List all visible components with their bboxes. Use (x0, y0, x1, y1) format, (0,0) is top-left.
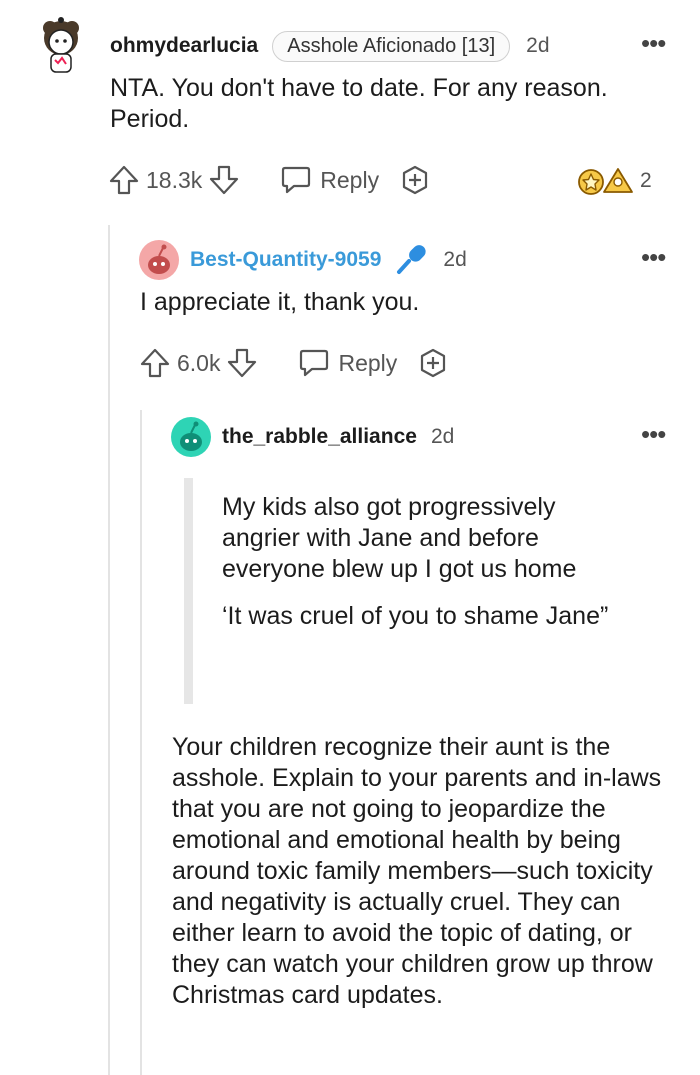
comment-2-more-options-button[interactable]: ••• (641, 244, 666, 270)
comment-2-avatar[interactable] (139, 240, 179, 280)
comment-1-score: 18.3k (146, 166, 203, 193)
add-award-button[interactable] (417, 347, 449, 379)
comment-1-body: NTA. You don't have to date. For any rea… (110, 74, 608, 133)
comment-3-avatar[interactable] (171, 417, 211, 457)
add-award-icon (402, 165, 428, 195)
helpful-award-icon (603, 168, 633, 193)
comment-1-meta: ohmydearlucia Asshole Aficionado [13] 2d (110, 30, 680, 62)
snoo-avatar-icon (43, 17, 79, 73)
upvote-arrow-icon[interactable] (139, 347, 171, 379)
comment-3-timestamp: 2d (430, 425, 455, 448)
user-flair-badge: Asshole Aficionado [13] (272, 30, 511, 62)
comment-1-actions: 18.3k Reply (108, 162, 431, 198)
awards-display[interactable]: 2 (576, 164, 652, 198)
blockquote: My kids also got progressively angrier w… (222, 492, 632, 648)
comment-1-more-options-button[interactable]: ••• (641, 30, 666, 56)
thread-line-level-1[interactable] (108, 225, 110, 1075)
thread-line-level-2[interactable] (140, 410, 142, 1075)
blockquote-bar (184, 478, 193, 704)
comment-1-timestamp: 2d (526, 34, 550, 57)
comment-2-username-op[interactable]: Best-Quantity-9059 (190, 248, 381, 272)
comment-1-username[interactable]: ohmydearlucia (110, 34, 258, 58)
comment-2-meta: Best-Quantity-9059 2d (190, 244, 467, 275)
award-count: 2 (640, 169, 652, 192)
reply-label: Reply (338, 349, 398, 376)
comment-1-avatar[interactable] (36, 16, 86, 74)
quote-paragraph-2: ‘It was cruel of you to shame Jane” (222, 602, 609, 630)
snoo-avatar-icon (171, 417, 211, 457)
downvote-arrow-icon[interactable] (226, 347, 258, 379)
reply-bubble-icon (282, 166, 311, 194)
upvote-arrow-icon[interactable] (108, 164, 140, 196)
comment-2-reply-button[interactable]: Reply (298, 348, 397, 378)
comment-3-meta: the_rabble_alliance 2d (222, 422, 454, 452)
comment-2-body: I appreciate it, thank you. (140, 288, 420, 316)
comment-3-username[interactable]: the_rabble_alliance (222, 425, 417, 449)
snoo-avatar-icon (139, 240, 179, 280)
reply-bubble-icon (300, 349, 329, 377)
comment-2-score: 6.0k (177, 349, 221, 376)
comment-3-body: Your children recognize their aunt is th… (172, 733, 662, 1009)
comment-3-more-options-button[interactable]: ••• (641, 421, 666, 447)
comment-2-timestamp: 2d (443, 248, 467, 271)
microphone-icon (395, 241, 429, 280)
reply-label: Reply (320, 166, 380, 193)
quote-paragraph-1: My kids also got progressively angrier w… (222, 493, 577, 583)
comment-2-actions: 6.0k Reply (139, 345, 449, 381)
downvote-arrow-icon[interactable] (208, 164, 240, 196)
comment-1-reply-button[interactable]: Reply (280, 165, 379, 195)
add-award-icon (421, 348, 446, 378)
add-award-button[interactable] (399, 164, 431, 196)
